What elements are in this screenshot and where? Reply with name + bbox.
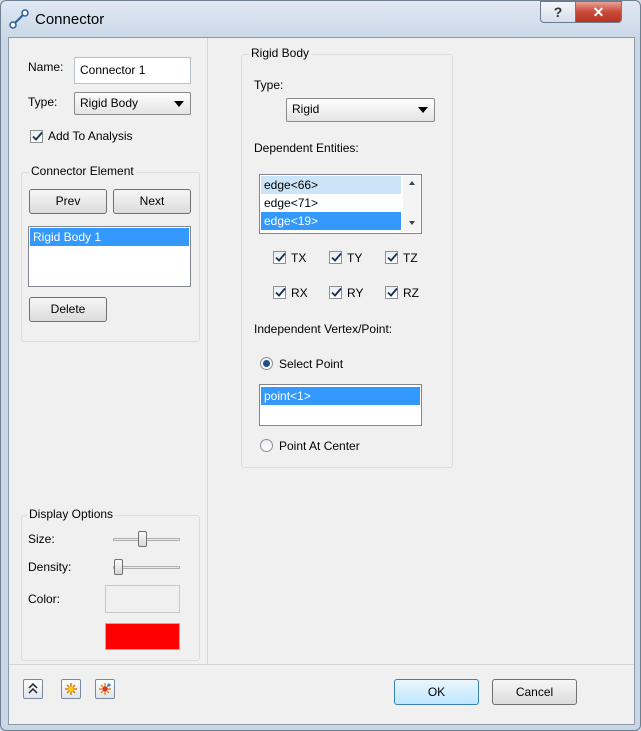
select-point-radio[interactable] — [260, 357, 273, 370]
dependent-entities-label: Dependent Entities: — [254, 141, 359, 155]
help-button[interactable]: ? — [540, 1, 576, 23]
dependent-entities-list[interactable]: edge<66> edge<71> edge<19> — [259, 174, 422, 234]
rigid-type-dropdown[interactable]: Rigid — [286, 98, 435, 122]
delete-button[interactable]: Delete — [29, 297, 107, 322]
point-at-center-radio[interactable] — [260, 439, 273, 452]
rx-label: RX — [291, 286, 308, 300]
footer-divider — [9, 664, 634, 665]
checkmark-icon — [275, 287, 286, 297]
select-point-label: Select Point — [279, 357, 344, 371]
rigid-type-value: Rigid — [292, 102, 320, 116]
radio-dot-icon — [263, 360, 270, 367]
close-button[interactable]: ✕ — [575, 1, 622, 23]
next-button[interactable]: Next — [113, 189, 191, 214]
tx-checkbox[interactable] — [273, 251, 286, 264]
scroll-up-icon[interactable] — [409, 181, 415, 185]
connector-icon — [9, 9, 29, 29]
list-item[interactable]: point<1> — [261, 387, 420, 405]
ry-label: RY — [347, 286, 364, 300]
checkmark-icon — [32, 131, 43, 141]
ry-checkbox[interactable] — [329, 286, 342, 299]
double-chevron-up-icon — [28, 682, 38, 694]
density-label: Density: — [28, 560, 72, 574]
chevron-down-icon — [174, 101, 184, 107]
checkmark-icon — [387, 252, 398, 262]
rx-checkbox[interactable] — [273, 286, 286, 299]
name-label: Name: — [28, 60, 64, 74]
checkmark-icon — [275, 252, 286, 262]
list-item[interactable]: edge<19> — [261, 212, 401, 230]
prev-button[interactable]: Prev — [29, 189, 107, 214]
density-slider-thumb[interactable] — [114, 559, 123, 575]
list-item[interactable]: edge<66> — [261, 176, 401, 194]
cancel-button[interactable]: Cancel — [492, 679, 577, 705]
tz-label: TZ — [403, 251, 418, 265]
type-dropdown-value: Rigid Body — [80, 96, 139, 110]
rigid-body-title: Rigid Body — [249, 46, 312, 60]
size-label: Size: — [28, 532, 55, 546]
title-bar[interactable]: Connector ? ✕ — [1, 1, 640, 37]
size-slider-thumb[interactable] — [138, 531, 147, 547]
checkmark-icon — [331, 252, 342, 262]
window-title: Connector — [35, 11, 105, 28]
list-item[interactable]: Rigid Body 1 — [30, 228, 189, 246]
connector-element-list[interactable]: Rigid Body 1 — [28, 226, 191, 287]
scroll-down-icon[interactable] — [409, 221, 415, 225]
tz-checkbox[interactable] — [385, 251, 398, 264]
close-icon: ✕ — [592, 3, 605, 20]
dialog-body: Name: Connector 1 Type: Rigid Body Add T… — [8, 37, 635, 725]
density-slider-track[interactable] — [113, 566, 180, 569]
point-list[interactable]: point<1> — [259, 384, 422, 426]
rigid-type-label: Type: — [254, 78, 284, 92]
connector-element-title: Connector Element — [29, 164, 136, 178]
color-swatch[interactable] — [105, 623, 180, 650]
rz-label: RZ — [403, 286, 419, 300]
display-options-title: Display Options — [27, 507, 116, 521]
chevron-down-icon — [418, 107, 428, 113]
list-item[interactable]: edge<71> — [261, 194, 401, 212]
collapse-button[interactable] — [23, 679, 43, 699]
tx-label: TX — [291, 251, 307, 265]
independent-label: Independent Vertex/Point: — [254, 322, 393, 336]
connector-dialog: Connector ? ✕ Name: Connector 1 Type: Ri… — [0, 0, 641, 731]
panel-divider — [207, 38, 208, 664]
question-icon: ? — [553, 4, 563, 20]
ty-checkbox[interactable] — [329, 251, 342, 264]
checkmark-icon — [387, 287, 398, 297]
highlight-all-button[interactable] — [95, 679, 115, 699]
rz-checkbox[interactable] — [385, 286, 398, 299]
add-to-analysis-label: Add To Analysis — [48, 129, 133, 143]
add-to-analysis-checkbox[interactable] — [30, 130, 43, 143]
type-label: Type: — [28, 95, 58, 109]
name-input[interactable]: Connector 1 — [74, 57, 191, 84]
highlight-button[interactable] — [61, 679, 81, 699]
ty-label: TY — [347, 251, 363, 265]
color-label: Color: — [28, 592, 61, 606]
point-at-center-label: Point At Center — [279, 439, 360, 453]
color-picker-field[interactable] — [105, 585, 180, 613]
type-dropdown[interactable]: Rigid Body — [74, 92, 191, 115]
checkmark-icon — [331, 287, 342, 297]
starburst-icon — [65, 683, 77, 695]
multi-starburst-icon — [99, 683, 111, 695]
ok-button[interactable]: OK — [394, 679, 479, 705]
